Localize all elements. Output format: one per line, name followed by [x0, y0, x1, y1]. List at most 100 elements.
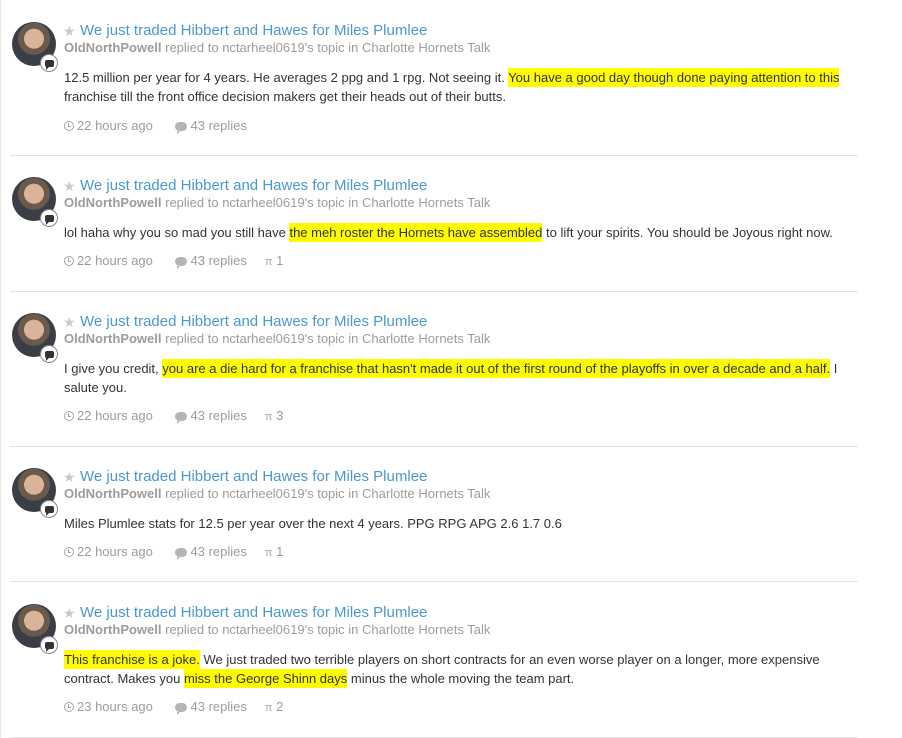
reputation-icon: π — [264, 547, 273, 559]
star-icon[interactable]: ★ — [63, 22, 76, 40]
reputation: π 2 — [265, 699, 283, 716]
meta-text: replied to — [161, 622, 223, 637]
forum-link[interactable]: Charlotte Hornets Talk — [362, 331, 490, 346]
feed-item: ★ We just traded Hibbert and Hawes for M… — [10, 292, 858, 447]
body-text: Miles Plumlee stats for 12.5 per year ov… — [64, 516, 562, 531]
post-body: This franchise is a joke. We just traded… — [64, 650, 854, 688]
meta-text: topic in — [313, 40, 363, 55]
reputation-icon: π — [264, 411, 273, 423]
highlighted-text: This franchise is a joke. — [64, 650, 200, 669]
replies-text: 43 replies — [190, 408, 247, 423]
replies-count[interactable]: 43 replies — [174, 253, 247, 269]
left-border — [0, 0, 1, 738]
topic-title-link[interactable]: We just traded Hibbert and Hawes for Mil… — [80, 468, 427, 486]
body-text: lol haha why you so mad you still have — [64, 225, 290, 240]
highlighted-text: you are a die hard for a franchise that … — [162, 359, 831, 378]
topic-owner-link[interactable]: nctarheel0619's — [222, 40, 313, 55]
comment-badge-icon — [40, 209, 58, 227]
post-stats: 22 hours ago 43 replies π 1 — [64, 544, 301, 561]
post-body: lol haha why you so mad you still have t… — [64, 223, 854, 242]
replies-count[interactable]: 43 replies — [174, 118, 247, 134]
speech-bubble-icon — [174, 122, 187, 134]
body-text: to lift your spirits. You should be Joyo… — [542, 225, 833, 240]
post-body: I give you credit, you are a die hard fo… — [64, 359, 854, 397]
comment-badge-icon — [40, 500, 58, 518]
comment-badge-icon — [40, 636, 58, 654]
comment-badge-icon — [40, 345, 58, 363]
forum-link[interactable]: Charlotte Hornets Talk — [362, 486, 490, 501]
post-meta: OldNorthPowell replied to nctarheel0619'… — [64, 195, 490, 211]
clock-icon — [64, 256, 74, 266]
replies-count[interactable]: 43 replies — [174, 699, 247, 715]
speech-bubble-icon — [174, 548, 187, 560]
star-icon[interactable]: ★ — [63, 468, 76, 486]
post-meta: OldNorthPowell replied to nctarheel0619'… — [64, 331, 490, 347]
star-icon[interactable]: ★ — [63, 604, 76, 622]
clock-icon — [64, 121, 74, 131]
author-link[interactable]: OldNorthPowell — [64, 40, 162, 55]
timestamp[interactable]: 22 hours ago — [64, 118, 153, 134]
post-stats: 23 hours ago 43 replies π 2 — [64, 699, 301, 716]
replies-text: 43 replies — [190, 699, 247, 714]
feed-item: ★ We just traded Hibbert and Hawes for M… — [10, 156, 858, 292]
meta-text: replied to — [161, 195, 223, 210]
meta-text: topic in — [313, 486, 363, 501]
post-stats: 22 hours ago 43 replies π 1 — [64, 253, 301, 270]
topic-owner-link[interactable]: nctarheel0619's — [222, 486, 313, 501]
post-stats: 22 hours ago 43 replies — [64, 118, 265, 134]
forum-link[interactable]: Charlotte Hornets Talk — [362, 195, 490, 210]
topic-owner-link[interactable]: nctarheel0619's — [222, 622, 313, 637]
time-text: 22 hours ago — [77, 118, 153, 133]
replies-text: 43 replies — [190, 544, 247, 559]
feed-item: ★ We just traded Hibbert and Hawes for M… — [10, 447, 858, 582]
star-icon[interactable]: ★ — [63, 313, 76, 331]
meta-text: topic in — [313, 195, 363, 210]
reputation: π 3 — [265, 408, 283, 425]
feed-item: ★ We just traded Hibbert and Hawes for M… — [10, 582, 858, 738]
meta-text: topic in — [313, 331, 363, 346]
replies-count[interactable]: 43 replies — [174, 408, 247, 424]
author-link[interactable]: OldNorthPowell — [64, 486, 162, 501]
time-text: 22 hours ago — [77, 408, 153, 423]
post-stats: 22 hours ago 43 replies π 3 — [64, 408, 301, 425]
speech-bubble-icon — [174, 703, 187, 715]
speech-bubble-icon — [174, 412, 187, 424]
reputation-icon: π — [264, 702, 273, 714]
forum-link[interactable]: Charlotte Hornets Talk — [362, 40, 490, 55]
topic-title-link[interactable]: We just traded Hibbert and Hawes for Mil… — [80, 604, 427, 622]
author-link[interactable]: OldNorthPowell — [64, 331, 162, 346]
meta-text: replied to — [161, 40, 223, 55]
time-text: 23 hours ago — [77, 699, 153, 714]
author-link[interactable]: OldNorthPowell — [64, 195, 162, 210]
forum-link[interactable]: Charlotte Hornets Talk — [362, 622, 490, 637]
body-text: I give you credit, — [64, 361, 163, 376]
topic-owner-link[interactable]: nctarheel0619's — [222, 195, 313, 210]
reputation-count: 1 — [276, 253, 284, 268]
speech-bubble-icon — [174, 257, 187, 269]
post-meta: OldNorthPowell replied to nctarheel0619'… — [64, 486, 490, 502]
highlighted-text: the meh roster the Hornets have assemble… — [289, 223, 543, 242]
topic-owner-link[interactable]: nctarheel0619's — [222, 331, 313, 346]
meta-text: replied to — [161, 486, 223, 501]
body-text: 12.5 million per year for 4 years. He av… — [64, 70, 509, 85]
timestamp[interactable]: 23 hours ago — [64, 699, 153, 715]
post-body: Miles Plumlee stats for 12.5 per year ov… — [64, 514, 854, 533]
timestamp[interactable]: 22 hours ago — [64, 253, 153, 269]
time-text: 22 hours ago — [77, 544, 153, 559]
timestamp[interactable]: 22 hours ago — [64, 408, 153, 424]
post-meta: OldNorthPowell replied to nctarheel0619'… — [64, 622, 490, 638]
reputation: π 1 — [265, 544, 283, 561]
topic-title-link[interactable]: We just traded Hibbert and Hawes for Mil… — [80, 177, 427, 195]
post-body: 12.5 million per year for 4 years. He av… — [64, 68, 854, 106]
clock-icon — [64, 411, 74, 421]
reputation-count: 1 — [276, 544, 284, 559]
reputation: π 1 — [265, 253, 283, 270]
replies-count[interactable]: 43 replies — [174, 544, 247, 560]
timestamp[interactable]: 22 hours ago — [64, 544, 153, 560]
author-link[interactable]: OldNorthPowell — [64, 622, 162, 637]
meta-text: topic in — [313, 622, 363, 637]
star-icon[interactable]: ★ — [63, 177, 76, 195]
topic-title-link[interactable]: We just traded Hibbert and Hawes for Mil… — [80, 22, 427, 40]
reputation-count: 2 — [276, 699, 284, 714]
topic-title-link[interactable]: We just traded Hibbert and Hawes for Mil… — [80, 313, 427, 331]
